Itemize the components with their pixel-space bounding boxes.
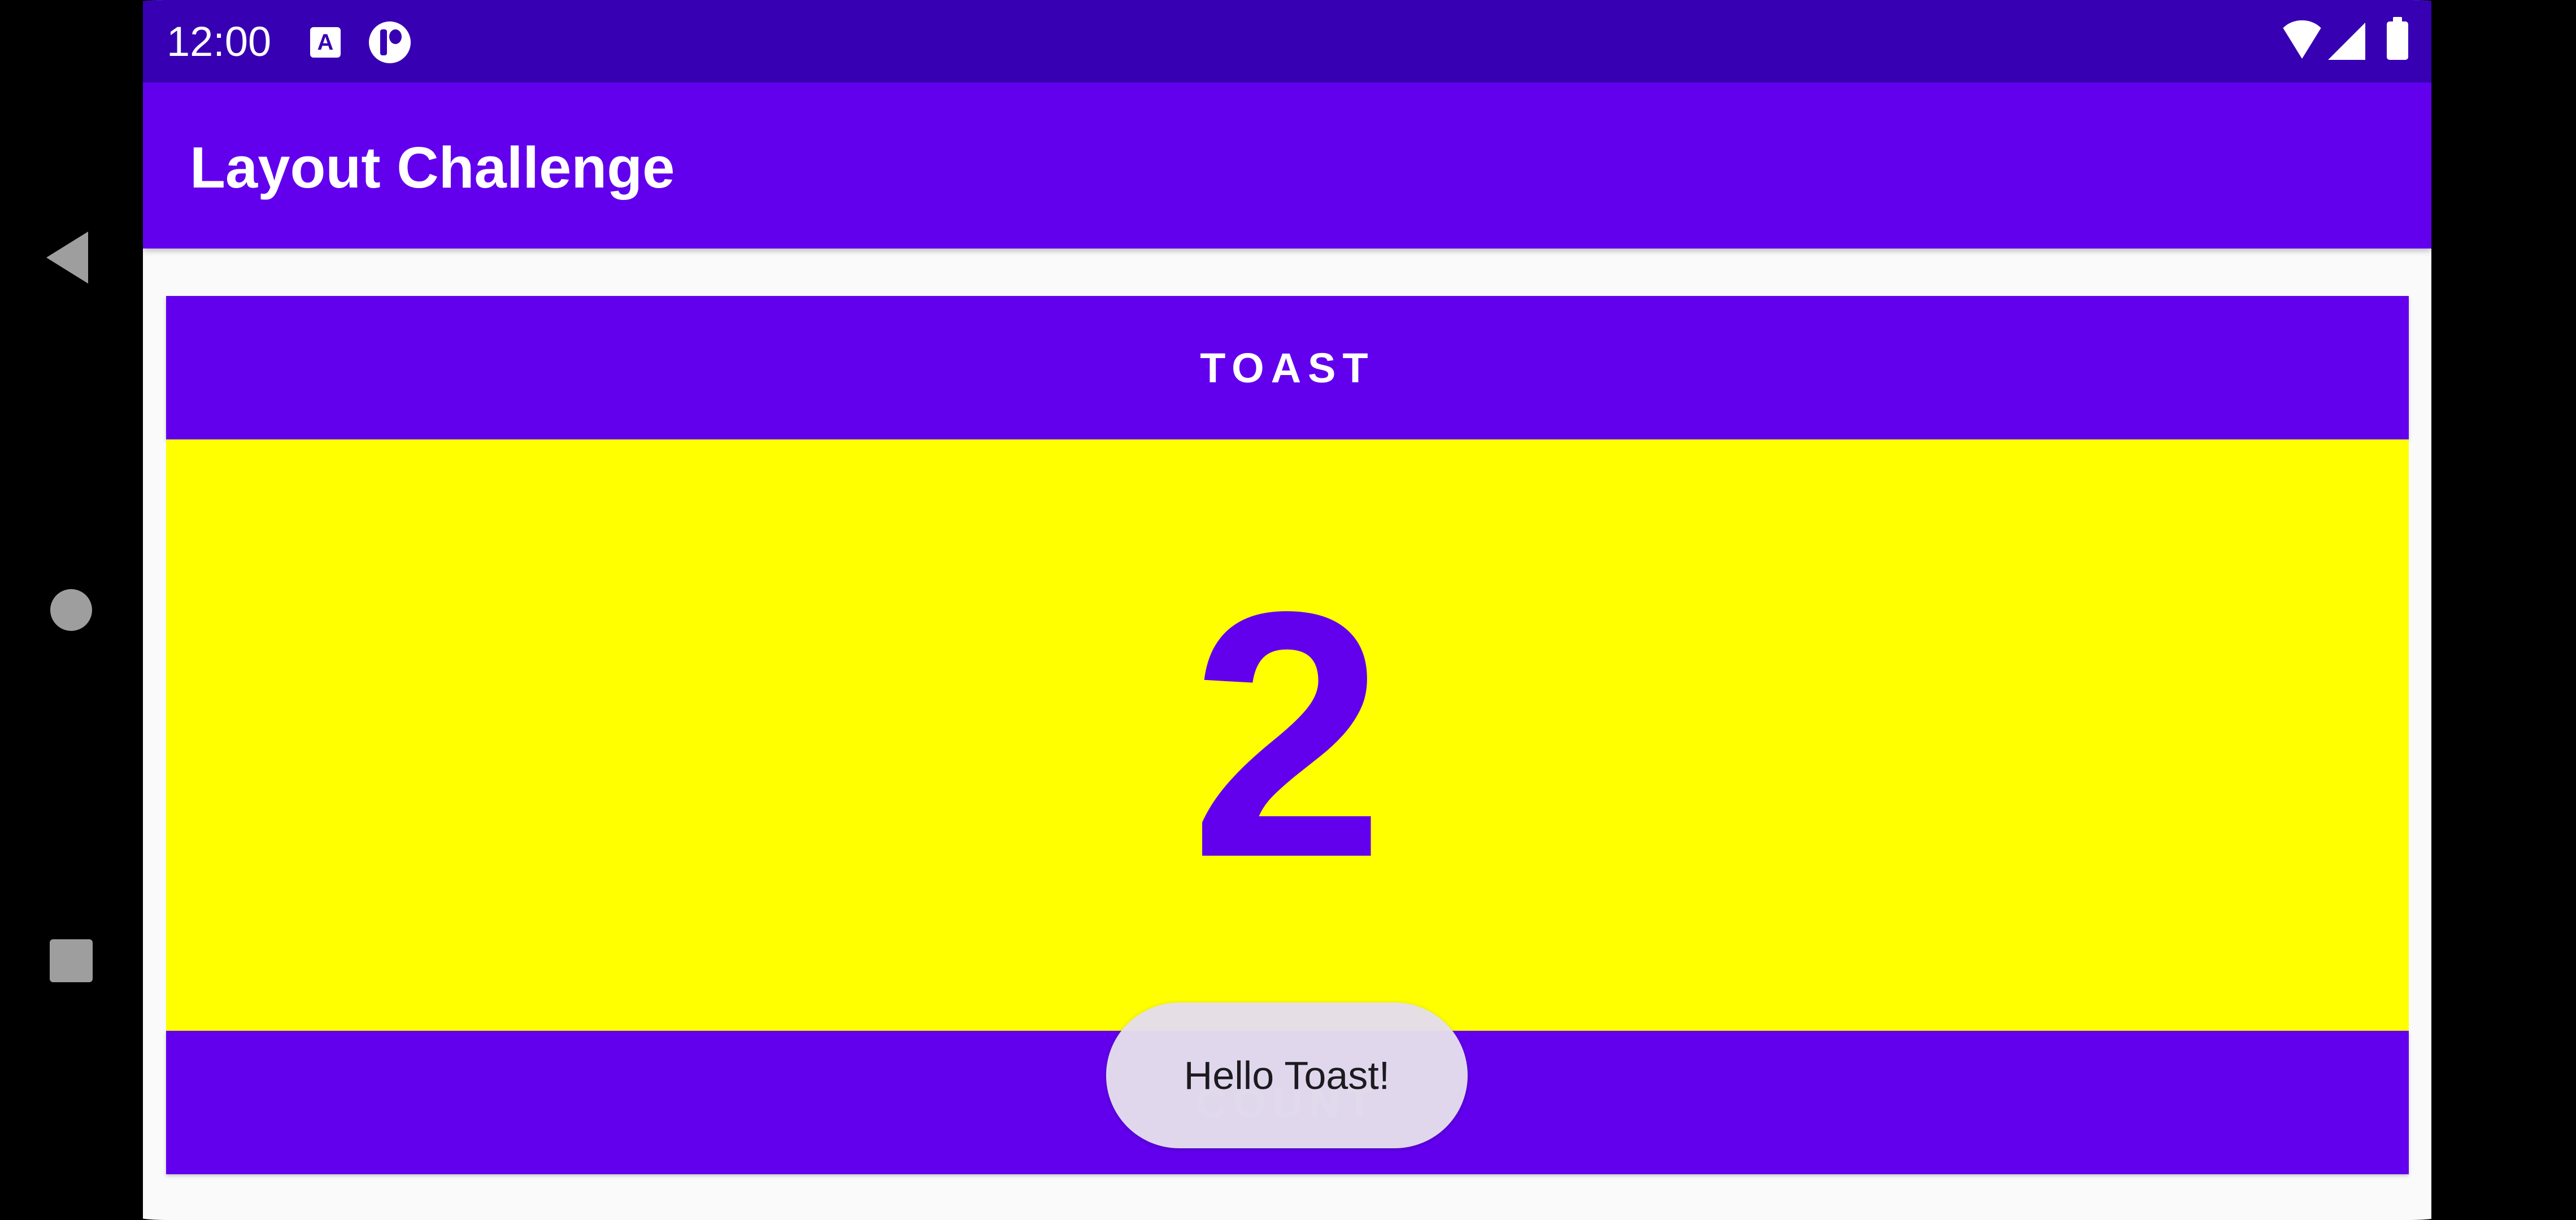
navigation-bar — [0, 0, 143, 1220]
app-title: Layout Challenge — [190, 135, 675, 200]
app-screen: 12:00 A Layout Challenge TOAST 2 COUNT H… — [143, 0, 2431, 1220]
status-time: 12:00 — [167, 18, 272, 65]
p-notification-icon — [369, 21, 411, 63]
device-frame: 12:00 A Layout Challenge TOAST 2 COUNT H… — [0, 0, 2576, 1220]
count-display: 2 — [166, 439, 2409, 1031]
battery-icon — [2387, 17, 2408, 60]
count-value: 2 — [1190, 539, 1385, 930]
app-bar: Layout Challenge — [143, 82, 2431, 249]
a-notification-icon: A — [310, 27, 341, 58]
back-icon[interactable] — [46, 232, 88, 284]
recents-icon[interactable] — [50, 939, 93, 982]
signal-icon — [2328, 23, 2365, 60]
toast-button[interactable]: TOAST — [166, 296, 2409, 439]
wifi-icon — [2278, 20, 2326, 59]
status-bar: 12:00 A — [143, 0, 2431, 82]
home-icon[interactable] — [50, 589, 92, 631]
toast-message: Hello Toast! — [1106, 1003, 1468, 1148]
